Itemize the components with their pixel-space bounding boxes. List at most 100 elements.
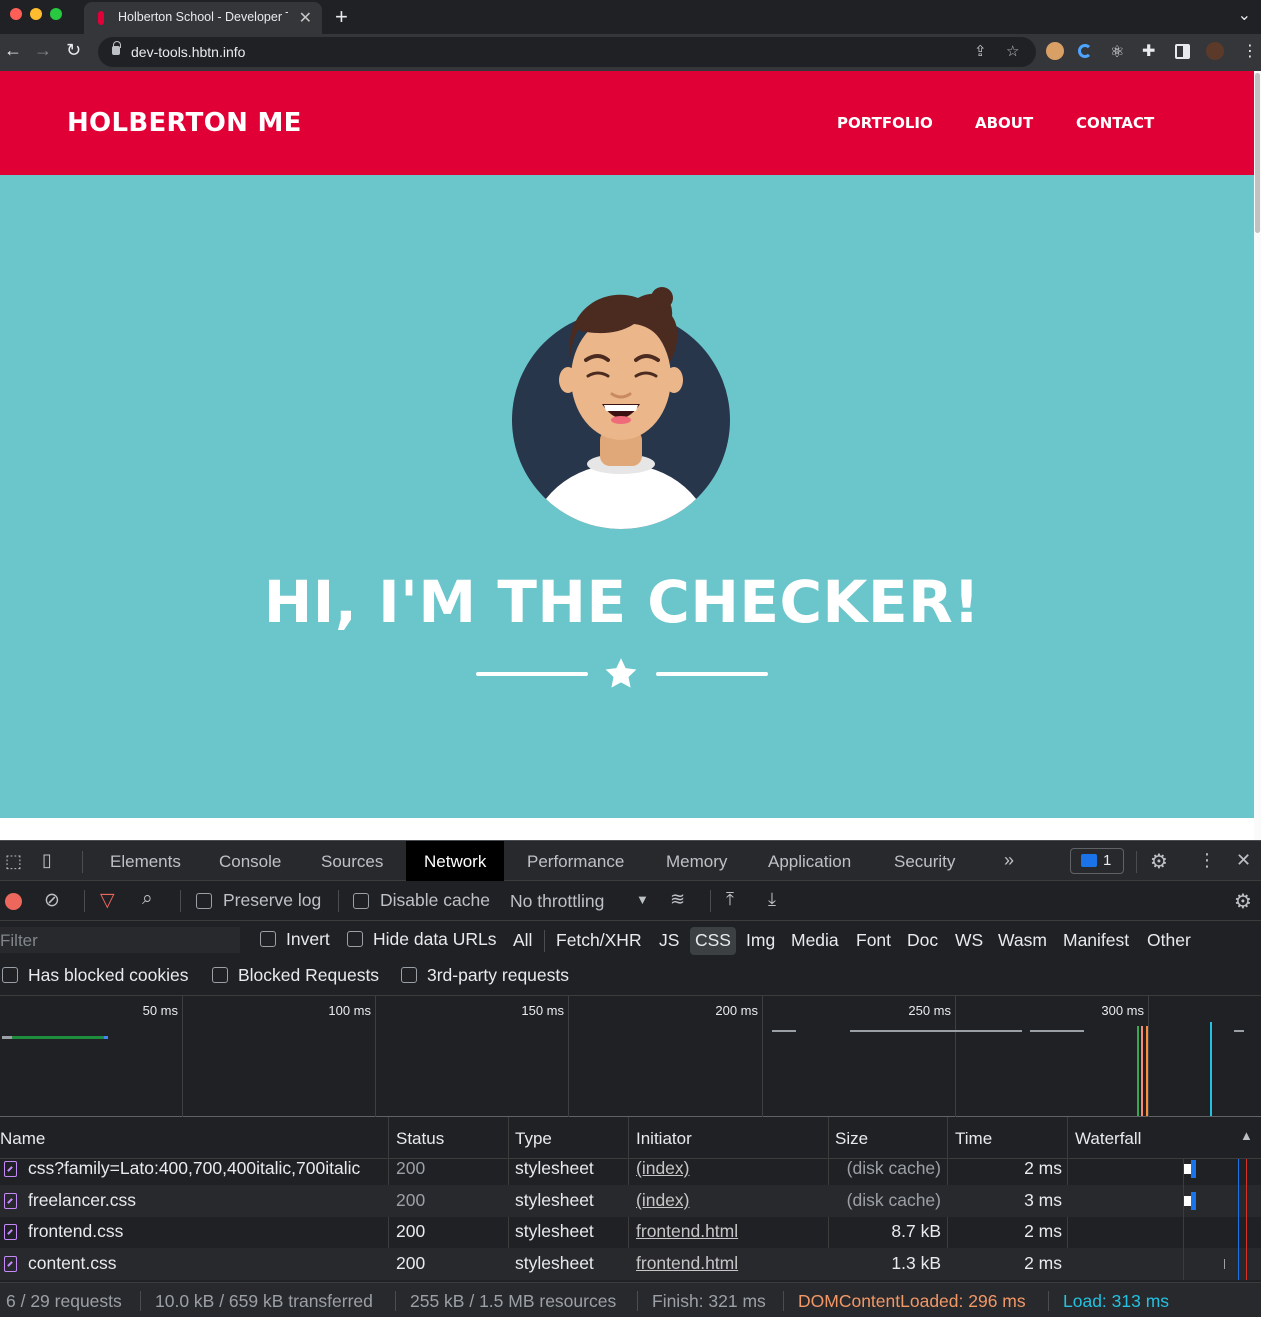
page-scrollbar[interactable] <box>1254 71 1261 840</box>
tab-application[interactable]: Application <box>768 852 851 872</box>
throttling-select[interactable]: No throttling <box>510 891 604 912</box>
type-filter-ws[interactable]: WS <box>955 927 983 955</box>
table-row[interactable]: css?family=Lato:400,700,400italic,700ita… <box>0 1153 1261 1185</box>
column-name[interactable]: Name <box>0 1129 45 1149</box>
network-conditions-wifi-icon[interactable]: ≋ <box>670 889 685 910</box>
device-toolbar-icon[interactable]: ▯ <box>42 850 52 871</box>
chevron-down-icon[interactable]: ⌄ <box>1238 5 1251 25</box>
search-icon[interactable]: ⌕ <box>142 888 153 910</box>
moon-extension-icon[interactable] <box>1078 44 1092 58</box>
side-panel-icon[interactable] <box>1175 44 1190 59</box>
issues-badge-button[interactable]: 1 <box>1070 848 1124 874</box>
type-filter-css[interactable]: CSS <box>690 927 736 955</box>
new-tab-plus-icon[interactable]: + <box>335 4 348 30</box>
disable-cache-checkbox[interactable] <box>353 893 369 909</box>
request-initiator-link[interactable]: (index) <box>636 1190 690 1211</box>
tab-close-icon[interactable]: ✕ <box>299 8 312 28</box>
tab-performance[interactable]: Performance <box>527 852 624 872</box>
third-party-checkbox[interactable] <box>401 967 417 983</box>
request-initiator-link[interactable]: frontend.html <box>636 1253 738 1274</box>
maximize-window-button[interactable] <box>50 8 62 20</box>
export-har-download-icon[interactable]: ⤓ <box>768 889 776 910</box>
type-filter-manifest[interactable]: Manifest <box>1063 927 1129 955</box>
tab-elements[interactable]: Elements <box>110 852 181 872</box>
more-tabs-chevron-icon[interactable]: » <box>1004 850 1014 871</box>
network-overview-timeline[interactable]: 50 ms 100 ms 150 ms 200 ms 250 ms 300 ms <box>0 996 1261 1117</box>
type-filter-font[interactable]: Font <box>856 927 891 955</box>
browser-tab[interactable]: Holberton School - Developer Tools ✕ <box>84 2 322 34</box>
address-bar[interactable]: dev-tools.hbtn.info ⇪ ☆ <box>98 37 1036 67</box>
back-arrow-icon[interactable]: ← <box>4 40 22 61</box>
devtools-menu-icon[interactable]: ⋮ <box>1198 850 1216 871</box>
type-filter-media[interactable]: Media <box>791 927 839 955</box>
reload-icon[interactable]: ↻ <box>66 40 81 61</box>
filter-input[interactable]: Filter <box>0 927 240 953</box>
close-devtools-icon[interactable]: ✕ <box>1236 850 1251 871</box>
bookmark-star-icon[interactable]: ☆ <box>1006 42 1019 60</box>
tab-security[interactable]: Security <box>894 852 955 872</box>
type-filter-all[interactable]: All <box>513 927 532 955</box>
table-row[interactable]: freelancer.css 200 stylesheet (index) (d… <box>0 1185 1261 1217</box>
minimize-window-button[interactable] <box>30 8 42 20</box>
site-brand[interactable]: HOLBERTON ME <box>67 108 302 138</box>
request-status: 200 <box>396 1190 426 1210</box>
type-filter-fetch-xhr[interactable]: Fetch/XHR <box>556 927 642 955</box>
profile-avatar[interactable] <box>1206 42 1224 60</box>
settings-gear-icon[interactable]: ⚙ <box>1150 849 1168 874</box>
network-settings-gear-icon[interactable]: ⚙ <box>1234 889 1252 914</box>
tab-sources[interactable]: Sources <box>321 852 383 872</box>
sort-ascending-icon[interactable]: ▲ <box>1240 1128 1253 1143</box>
column-waterfall[interactable]: Waterfall <box>1075 1129 1141 1149</box>
kebab-menu-icon[interactable]: ⋮ <box>1242 41 1258 61</box>
dropdown-triangle-icon[interactable]: ▼ <box>636 892 649 907</box>
record-button[interactable] <box>5 893 22 910</box>
type-filter-other[interactable]: Other <box>1147 927 1191 955</box>
nav-link-contact[interactable]: CONTACT <box>1076 114 1154 132</box>
type-filter-wasm[interactable]: Wasm <box>998 927 1047 955</box>
filter-funnel-icon[interactable]: ▽ <box>100 889 115 912</box>
waterfall-bar <box>1191 1192 1196 1210</box>
column-status[interactable]: Status <box>396 1129 444 1149</box>
has-blocked-cookies-checkbox[interactable] <box>2 967 18 983</box>
request-status: 200 <box>396 1158 426 1178</box>
forward-arrow-icon[interactable]: → <box>34 40 52 61</box>
star-icon <box>605 658 637 688</box>
column-size[interactable]: Size <box>835 1129 868 1149</box>
stylesheet-file-icon <box>4 1256 17 1272</box>
nav-link-portfolio[interactable]: PORTFOLIO <box>837 114 933 132</box>
scrollbar-thumb[interactable] <box>1255 73 1260 233</box>
hide-data-urls-checkbox[interactable] <box>347 931 363 947</box>
invert-checkbox[interactable] <box>260 931 276 947</box>
blocked-requests-checkbox[interactable] <box>212 967 228 983</box>
puzzle-extensions-icon[interactable]: ✚ <box>1142 41 1155 61</box>
type-filter-img[interactable]: Img <box>746 927 775 955</box>
table-row[interactable]: content.css 200 stylesheet frontend.html… <box>0 1248 1261 1280</box>
clear-icon[interactable]: ⊘ <box>44 889 60 912</box>
timeline-tick-label: 300 ms <box>1101 1003 1144 1018</box>
request-name: frontend.css <box>28 1221 124 1241</box>
nav-link-about[interactable]: ABOUT <box>975 114 1033 132</box>
column-initiator[interactable]: Initiator <box>636 1129 692 1149</box>
share-icon[interactable]: ⇪ <box>974 42 987 60</box>
request-initiator-link[interactable]: frontend.html <box>636 1221 738 1242</box>
preserve-log-checkbox[interactable] <box>196 893 212 909</box>
close-window-button[interactable] <box>10 8 22 20</box>
inspect-element-icon[interactable]: ⬚ <box>5 851 22 872</box>
third-party-label: 3rd-party requests <box>427 965 570 985</box>
lock-icon[interactable] <box>112 41 121 55</box>
type-filter-js[interactable]: JS <box>659 927 679 955</box>
tab-console[interactable]: Console <box>219 852 281 872</box>
extension-avatar-icon[interactable] <box>1046 42 1064 60</box>
request-initiator-link[interactable]: (index) <box>636 1158 690 1179</box>
column-type[interactable]: Type <box>515 1129 552 1149</box>
type-filter-doc[interactable]: Doc <box>907 927 938 955</box>
request-status: 200 <box>396 1221 426 1241</box>
table-row[interactable]: frontend.css 200 stylesheet frontend.htm… <box>0 1216 1261 1248</box>
waterfall-bar <box>1191 1160 1196 1178</box>
column-time[interactable]: Time <box>955 1129 992 1149</box>
react-extension-icon[interactable]: ⚛ <box>1110 42 1124 62</box>
tab-network[interactable]: Network <box>406 841 505 881</box>
import-har-upload-icon[interactable]: ⤒ <box>726 889 734 910</box>
tab-memory[interactable]: Memory <box>666 852 727 872</box>
timeline-request-bar <box>12 1036 104 1039</box>
